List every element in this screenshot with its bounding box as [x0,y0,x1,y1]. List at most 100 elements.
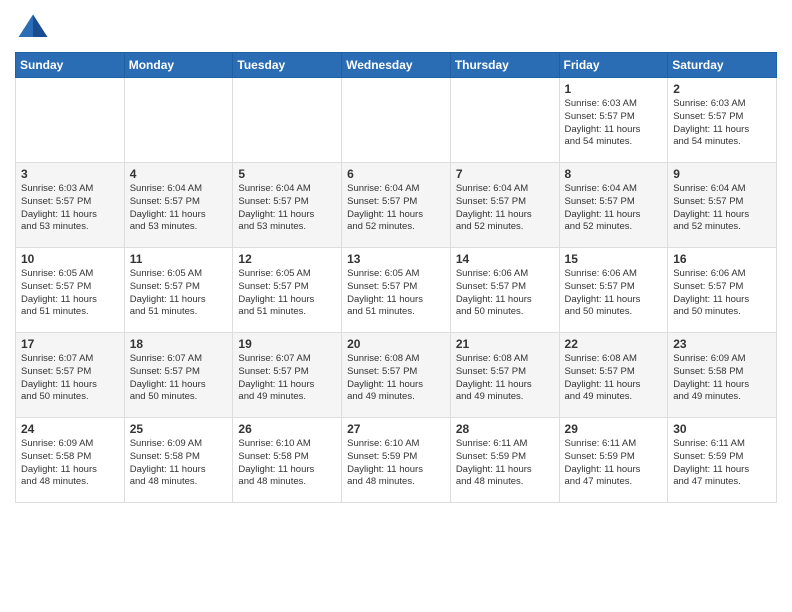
header [15,10,777,46]
calendar-week-row: 17 Sunrise: 6:07 AM Sunset: 5:57 PM Dayli… [16,333,777,418]
day-info: Sunrise: 6:03 AM Sunset: 5:57 PM Dayligh… [673,98,771,149]
day-number: 15 [565,252,663,266]
day-info: Sunrise: 6:04 AM Sunset: 5:57 PM Dayligh… [456,183,554,234]
day-number: 17 [21,337,119,351]
day-number: 14 [456,252,554,266]
weekday-header-friday: Friday [559,53,668,78]
calendar-day-cell: 30 Sunrise: 6:11 AM Sunset: 5:59 PM Dayli… [668,418,777,503]
day-number: 22 [565,337,663,351]
day-info: Sunrise: 6:04 AM Sunset: 5:57 PM Dayligh… [347,183,445,234]
day-number: 10 [21,252,119,266]
day-info: Sunrise: 6:05 AM Sunset: 5:57 PM Dayligh… [21,268,119,319]
weekday-row: SundayMondayTuesdayWednesdayThursdayFrid… [16,53,777,78]
day-number: 9 [673,167,771,181]
day-number: 19 [238,337,336,351]
logo [15,10,55,46]
day-number: 2 [673,82,771,96]
calendar-day-cell: 7 Sunrise: 6:04 AM Sunset: 5:57 PM Daylig… [450,163,559,248]
calendar-day-cell: 29Sunrise: 6:11 AM Sunset: 5:59 PM Dayli… [559,418,668,503]
calendar-day-cell: 5Sunrise: 6:04 AM Sunset: 5:57 PM Daylig… [233,163,342,248]
calendar-day-cell: 4 Sunrise: 6:04 AM Sunset: 5:57 PM Daylig… [124,163,233,248]
calendar-day-cell: 20 Sunrise: 6:08 AM Sunset: 5:57 PM Dayli… [342,333,451,418]
calendar-day-cell: 8 Sunrise: 6:04 AM Sunset: 5:57 PM Daylig… [559,163,668,248]
weekday-header-thursday: Thursday [450,53,559,78]
calendar-day-cell: 13 Sunrise: 6:05 AM Sunset: 5:57 PM Dayli… [342,248,451,333]
day-number: 13 [347,252,445,266]
day-info: Sunrise: 6:07 AM Sunset: 5:57 PM Dayligh… [238,353,336,404]
day-info: Sunrise: 6:08 AM Sunset: 5:57 PM Dayligh… [456,353,554,404]
calendar-day-cell: 19 Sunrise: 6:07 AM Sunset: 5:57 PM Dayli… [233,333,342,418]
calendar-day-cell: 27 Sunrise: 6:10 AM Sunset: 5:59 PM Dayli… [342,418,451,503]
day-info: Sunrise: 6:08 AM Sunset: 5:57 PM Dayligh… [565,353,663,404]
calendar-day-cell: 12 Sunrise: 6:05 AM Sunset: 5:57 PM Dayli… [233,248,342,333]
weekday-header-saturday: Saturday [668,53,777,78]
day-number: 8 [565,167,663,181]
day-info: Sunrise: 6:05 AM Sunset: 5:57 PM Dayligh… [130,268,228,319]
calendar-day-cell: 14 Sunrise: 6:06 AM Sunset: 5:57 PM Dayli… [450,248,559,333]
day-info: Sunrise: 6:06 AM Sunset: 5:57 PM Dayligh… [456,268,554,319]
calendar-day-cell: 21 Sunrise: 6:08 AM Sunset: 5:57 PM Dayli… [450,333,559,418]
calendar-day-cell [233,78,342,163]
day-info: Sunrise: 6:04 AM Sunset: 5:57 PM Dayligh… [565,183,663,234]
day-number: 20 [347,337,445,351]
calendar-week-row: 24 Sunrise: 6:09 AM Sunset: 5:58 PM Dayli… [16,418,777,503]
day-info: Sunrise: 6:09 AM Sunset: 5:58 PM Dayligh… [130,438,228,489]
day-number: 27 [347,422,445,436]
day-number: 30 [673,422,771,436]
calendar-day-cell: 26 Sunrise: 6:10 AM Sunset: 5:58 PM Dayli… [233,418,342,503]
day-number: 18 [130,337,228,351]
day-info: Sunrise: 6:11 AM Sunset: 5:59 PM Dayligh… [673,438,771,489]
calendar-week-row: 10 Sunrise: 6:05 AM Sunset: 5:57 PM Dayli… [16,248,777,333]
calendar-day-cell: 23 Sunrise: 6:09 AM Sunset: 5:58 PM Dayli… [668,333,777,418]
day-number: 5 [238,167,336,181]
calendar-day-cell: 22 Sunrise: 6:08 AM Sunset: 5:57 PM Dayli… [559,333,668,418]
calendar-day-cell: 6 Sunrise: 6:04 AM Sunset: 5:57 PM Daylig… [342,163,451,248]
day-info: Sunrise: 6:09 AM Sunset: 5:58 PM Dayligh… [21,438,119,489]
weekday-header-tuesday: Tuesday [233,53,342,78]
day-number: 21 [456,337,554,351]
day-info: Sunrise: 6:03 AM Sunset: 5:57 PM Dayligh… [565,98,663,149]
day-info: Sunrise: 6:10 AM Sunset: 5:59 PM Dayligh… [347,438,445,489]
weekday-header-wednesday: Wednesday [342,53,451,78]
calendar-day-cell [16,78,125,163]
calendar-day-cell: 11Sunrise: 6:05 AM Sunset: 5:57 PM Dayli… [124,248,233,333]
day-number: 1 [565,82,663,96]
day-number: 28 [456,422,554,436]
day-number: 25 [130,422,228,436]
day-info: Sunrise: 6:09 AM Sunset: 5:58 PM Dayligh… [673,353,771,404]
calendar-day-cell: 24 Sunrise: 6:09 AM Sunset: 5:58 PM Dayli… [16,418,125,503]
day-number: 4 [130,167,228,181]
calendar-day-cell: 15 Sunrise: 6:06 AM Sunset: 5:57 PM Dayli… [559,248,668,333]
day-info: Sunrise: 6:11 AM Sunset: 5:59 PM Dayligh… [565,438,663,489]
page: SundayMondayTuesdayWednesdayThursdayFrid… [0,0,792,518]
calendar-day-cell: 9 Sunrise: 6:04 AM Sunset: 5:57 PM Daylig… [668,163,777,248]
day-info: Sunrise: 6:06 AM Sunset: 5:57 PM Dayligh… [565,268,663,319]
day-info: Sunrise: 6:11 AM Sunset: 5:59 PM Dayligh… [456,438,554,489]
weekday-header-sunday: Sunday [16,53,125,78]
day-number: 7 [456,167,554,181]
day-info: Sunrise: 6:10 AM Sunset: 5:58 PM Dayligh… [238,438,336,489]
day-info: Sunrise: 6:04 AM Sunset: 5:57 PM Dayligh… [130,183,228,234]
day-info: Sunrise: 6:07 AM Sunset: 5:57 PM Dayligh… [130,353,228,404]
calendar-header: SundayMondayTuesdayWednesdayThursdayFrid… [16,53,777,78]
calendar-day-cell: 2 Sunrise: 6:03 AM Sunset: 5:57 PM Daylig… [668,78,777,163]
day-number: 16 [673,252,771,266]
day-info: Sunrise: 6:05 AM Sunset: 5:57 PM Dayligh… [238,268,336,319]
calendar-week-row: 3Sunrise: 6:03 AM Sunset: 5:57 PM Daylig… [16,163,777,248]
calendar-day-cell: 10 Sunrise: 6:05 AM Sunset: 5:57 PM Dayli… [16,248,125,333]
day-number: 12 [238,252,336,266]
day-number: 24 [21,422,119,436]
day-number: 6 [347,167,445,181]
day-number: 23 [673,337,771,351]
logo-icon [15,10,51,46]
day-number: 26 [238,422,336,436]
calendar-day-cell: 18 Sunrise: 6:07 AM Sunset: 5:57 PM Dayli… [124,333,233,418]
day-info: Sunrise: 6:04 AM Sunset: 5:57 PM Dayligh… [673,183,771,234]
day-info: Sunrise: 6:08 AM Sunset: 5:57 PM Dayligh… [347,353,445,404]
calendar-body: 1 Sunrise: 6:03 AM Sunset: 5:57 PM Daylig… [16,78,777,503]
calendar-day-cell [450,78,559,163]
calendar-day-cell: 28 Sunrise: 6:11 AM Sunset: 5:59 PM Dayli… [450,418,559,503]
calendar-week-row: 1 Sunrise: 6:03 AM Sunset: 5:57 PM Daylig… [16,78,777,163]
calendar-day-cell: 25 Sunrise: 6:09 AM Sunset: 5:58 PM Dayli… [124,418,233,503]
day-info: Sunrise: 6:05 AM Sunset: 5:57 PM Dayligh… [347,268,445,319]
